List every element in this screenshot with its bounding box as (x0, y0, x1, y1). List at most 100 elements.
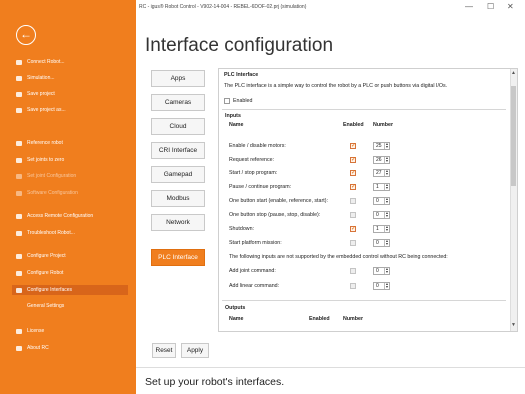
input-name: Add joint command: (229, 268, 276, 274)
sidebar-item[interactable]: Connect Robot... (16, 57, 65, 67)
back-arrow-icon[interactable]: ← (16, 25, 36, 45)
input-enabled-checkbox[interactable] (350, 283, 356, 289)
nav-tab-button[interactable]: Gamepad (151, 166, 205, 183)
sidebar-item-icon (16, 328, 22, 334)
sidebar-item[interactable]: Simulation... (16, 73, 55, 83)
input-name: One button stop (pause, stop, disable): (229, 212, 321, 218)
stepper-arrows-icon[interactable]: ▲ ▼ (384, 225, 389, 232)
input-enabled-checkbox[interactable] (350, 183, 356, 190)
nav-tab-button[interactable]: Apps (151, 70, 205, 87)
outputs-title: Outputs (225, 305, 246, 311)
sidebar-item-icon (16, 91, 22, 97)
input-name: One button start (enable, reference, sta… (229, 198, 328, 204)
stepper-arrows-icon[interactable]: ▲ ▼ (384, 282, 389, 289)
sidebar-item: Software Configuration (16, 188, 78, 198)
sidebar-item-label: Connect Robot... (27, 59, 65, 65)
input-number-value: 1 (376, 226, 379, 232)
plc-enabled-label: Enabled (233, 98, 253, 104)
sidebar-item-label: Configure Interfaces (27, 287, 73, 293)
footer-text: Set up your robot's interfaces. (145, 376, 285, 388)
col-name: Name (229, 122, 244, 128)
sidebar-item[interactable]: Configure Interfaces (12, 285, 128, 295)
nav-tab-button[interactable]: Cloud (151, 118, 205, 135)
sidebar-item[interactable]: Access Remote Configuration (16, 211, 93, 221)
input-number-value: 0 (376, 212, 379, 218)
sidebar-item[interactable]: Troubleshoot Robot... (16, 228, 75, 238)
sidebar-item[interactable]: Save project as... (16, 105, 66, 115)
sidebar-item-icon (16, 59, 22, 65)
sidebar-item-icon (16, 345, 22, 351)
sidebar-item-icon (16, 270, 22, 276)
input-number-stepper[interactable]: 25 ▲ ▼ (373, 142, 390, 150)
sidebar-item-label: Reference robot (27, 140, 63, 146)
nav-tab-button[interactable]: CRI Interface (151, 142, 205, 159)
sidebar-item[interactable]: Reference robot (16, 138, 63, 148)
page-title: Interface configuration (145, 35, 334, 56)
sidebar-item[interactable]: Configure Project (16, 251, 66, 261)
sidebar-item: Set joint Configuration (16, 171, 76, 181)
sidebar-item[interactable]: About RC (16, 343, 49, 353)
input-number-stepper[interactable]: 27 ▲ ▼ (373, 169, 390, 177)
sidebar-item[interactable]: License (16, 326, 44, 336)
apply-button[interactable]: Apply (181, 343, 209, 358)
minimize-icon[interactable]: — (465, 2, 473, 11)
nav-tab-button[interactable]: Cameras (151, 94, 205, 111)
reset-button[interactable]: Reset (152, 343, 176, 358)
input-number-stepper[interactable]: 1 ▲ ▼ (373, 225, 390, 233)
input-enabled-checkbox[interactable] (350, 156, 356, 163)
input-enabled-checkbox[interactable] (350, 240, 356, 246)
sidebar-item[interactable]: Set joints to zero (16, 155, 64, 165)
sidebar-item-icon (16, 253, 22, 259)
input-number-stepper[interactable]: 26 ▲ ▼ (373, 156, 390, 164)
input-number-stepper[interactable]: 1 ▲ ▼ (373, 183, 390, 191)
plc-enabled-checkbox[interactable] (224, 98, 230, 104)
stepper-arrows-icon[interactable]: ▲ ▼ (384, 183, 389, 190)
scrollbar-thumb[interactable] (511, 86, 516, 186)
stepper-arrows-icon[interactable]: ▲ ▼ (384, 142, 389, 149)
input-number-stepper[interactable]: 0 ▲ ▼ (373, 197, 390, 205)
sidebar-item-label: About RC (27, 345, 49, 351)
input-name: Add linear command: (229, 283, 280, 289)
nav-tab-button[interactable]: Modbus (151, 190, 205, 207)
maximize-icon[interactable]: ☐ (487, 2, 494, 11)
divider (222, 300, 506, 301)
input-name: Shutdown: (229, 226, 255, 232)
input-enabled-checkbox[interactable] (350, 198, 356, 204)
sidebar-item[interactable]: Configure Robot (16, 268, 63, 278)
stepper-arrows-icon[interactable]: ▲ ▼ (384, 197, 389, 204)
input-number-stepper[interactable]: 0 ▲ ▼ (373, 239, 390, 247)
input-name: Enable / disable motors: (229, 143, 286, 149)
scroll-up-icon[interactable]: ▲ (510, 70, 517, 78)
input-name: Pause / continue program: (229, 184, 292, 190)
sidebar-item-label: Simulation... (27, 75, 55, 81)
stepper-arrows-icon[interactable]: ▲ ▼ (384, 267, 389, 274)
sidebar-item[interactable]: General Settings (27, 301, 64, 311)
close-icon[interactable]: ✕ (507, 2, 514, 11)
input-number-value: 26 (376, 157, 382, 163)
scroll-down-icon[interactable]: ▼ (510, 322, 517, 330)
col-number: Number (373, 122, 394, 128)
sidebar-item-icon (16, 190, 22, 196)
input-number-stepper[interactable]: 0 ▲ ▼ (373, 282, 390, 290)
nav-tab-button[interactable]: Network (151, 214, 205, 231)
input-number-stepper[interactable]: 0 ▲ ▼ (373, 211, 390, 219)
input-name: Start platform mission: (229, 240, 282, 246)
stepper-arrows-icon[interactable]: ▲ ▼ (384, 211, 389, 218)
col-name: Name (229, 316, 244, 322)
input-enabled-checkbox[interactable] (350, 142, 356, 149)
stepper-arrows-icon[interactable]: ▲ ▼ (384, 239, 389, 246)
input-number-stepper[interactable]: 0 ▲ ▼ (373, 267, 390, 275)
sidebar-item-icon (16, 157, 22, 163)
col-enabled: Enabled (309, 316, 330, 322)
sidebar-item[interactable]: Save project (16, 89, 55, 99)
input-enabled-checkbox[interactable] (350, 268, 356, 274)
sidebar-item-icon (16, 75, 22, 81)
input-enabled-checkbox[interactable] (350, 169, 356, 176)
stepper-arrows-icon[interactable]: ▲ ▼ (384, 156, 389, 163)
input-enabled-checkbox[interactable] (350, 212, 356, 218)
stepper-arrows-icon[interactable]: ▲ ▼ (384, 169, 389, 176)
input-number-value: 27 (376, 170, 382, 176)
input-enabled-checkbox[interactable] (350, 225, 356, 232)
nav-tab-button[interactable]: PLC Interface (151, 249, 205, 266)
sidebar-item-icon (16, 107, 22, 113)
